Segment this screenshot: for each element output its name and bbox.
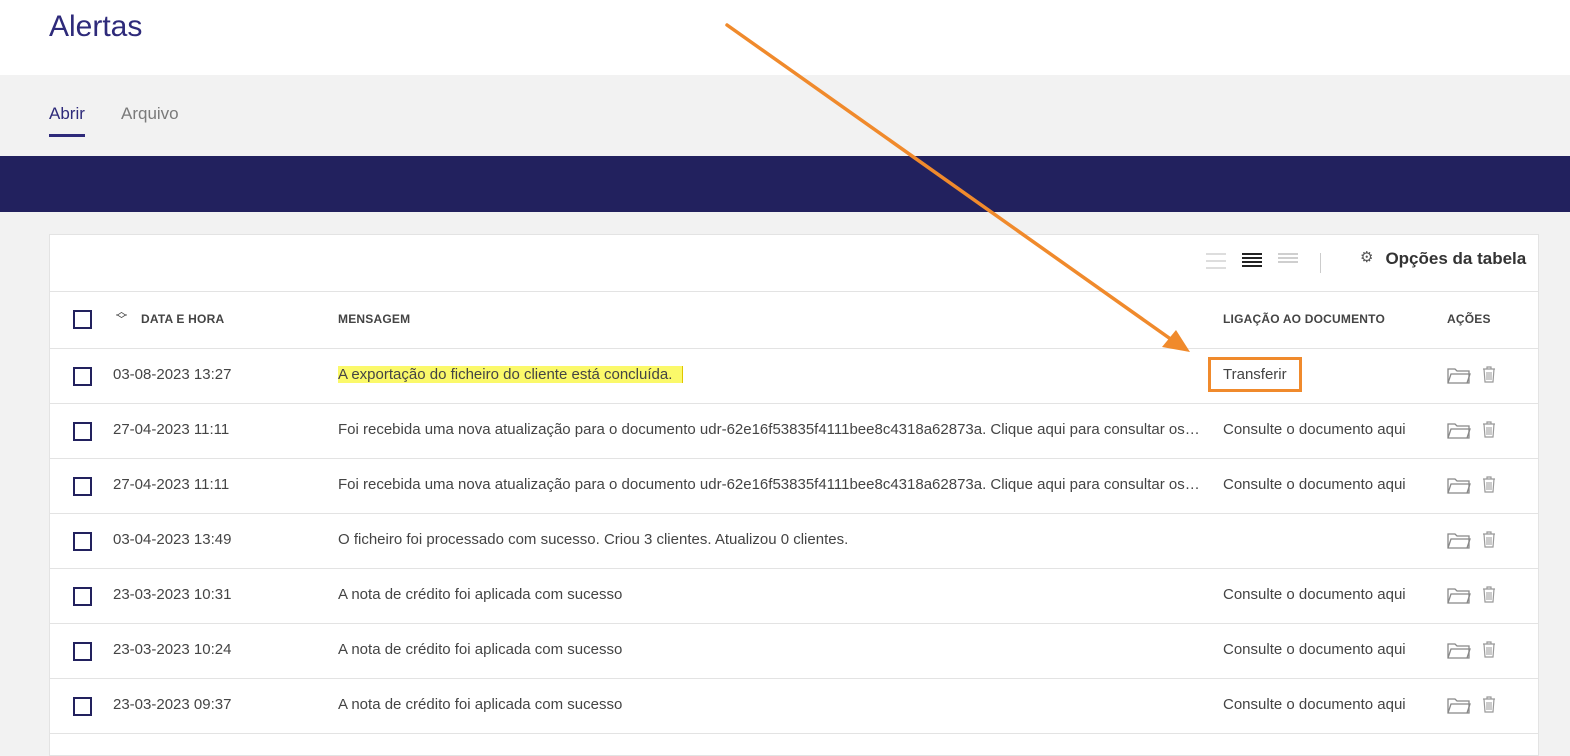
row-date: 23-03-2023 10:31 [113, 586, 232, 603]
table-row: 27-04-2023 11:11 Foi recebida uma nova a… [50, 404, 1538, 459]
row-date: 03-04-2023 13:49 [113, 531, 232, 548]
row-message: A nota de crédito foi aplicada com suces… [338, 696, 623, 713]
table-row: 23-03-2023 10:31 A nota de crédito foi a… [50, 569, 1538, 624]
table-options-button[interactable]: ⚙ Opções da tabela [1360, 249, 1526, 273]
row-checkbox[interactable] [73, 532, 92, 551]
folder-icon[interactable] [1447, 475, 1471, 495]
table-options-label: Opções da tabela [1385, 249, 1527, 268]
transferir-link[interactable]: Transferir [1208, 357, 1302, 392]
tab-abrir[interactable]: Abrir [49, 104, 85, 137]
folder-icon[interactable] [1447, 695, 1471, 715]
row-message[interactable]: Foi recebida uma nova atualização para o… [338, 421, 1202, 438]
row-checkbox[interactable] [73, 642, 92, 661]
table-row: 03-08-2023 13:27 A exportação do ficheir… [50, 349, 1538, 404]
row-date: 23-03-2023 09:37 [113, 696, 232, 713]
folder-icon[interactable] [1447, 420, 1471, 440]
row-checkbox[interactable] [73, 477, 92, 496]
row-message: O ficheiro foi processado com sucesso. C… [338, 531, 849, 548]
row-checkbox[interactable] [73, 587, 92, 606]
row-document-link[interactable]: Consulte o documento aqui [1223, 476, 1406, 493]
trash-icon[interactable] [1481, 584, 1497, 604]
gear-icon: ⚙ [1360, 249, 1374, 266]
density-normal-icon[interactable] [1242, 253, 1262, 271]
density-compact-icon[interactable] [1206, 253, 1226, 271]
trash-icon[interactable] [1481, 419, 1497, 439]
row-message: A nota de crédito foi aplicada com suces… [338, 586, 623, 603]
column-header-date[interactable]: DATA E HORA [141, 312, 224, 326]
table-row: 27-04-2023 11:11 Foi recebida uma nova a… [50, 459, 1538, 514]
row-message: A exportação do ficheiro do cliente está… [338, 366, 1202, 383]
column-header-document-link: LIGAÇÃO AO DOCUMENTO [1223, 312, 1385, 326]
trash-icon[interactable] [1481, 474, 1497, 494]
row-checkbox[interactable] [73, 367, 92, 386]
row-document-link[interactable]: Consulte o documento aqui [1223, 696, 1406, 713]
row-document-link[interactable]: Consulte o documento aqui [1223, 421, 1406, 438]
trash-icon[interactable] [1481, 639, 1497, 659]
table-row: 23-03-2023 09:37 A nota de crédito foi a… [50, 679, 1538, 734]
trash-icon[interactable] [1481, 529, 1497, 549]
page-title: Alertas [49, 10, 143, 43]
row-date: 23-03-2023 10:24 [113, 641, 232, 658]
row-date: 27-04-2023 11:11 [113, 476, 230, 493]
table-row: 23-03-2023 10:24 A nota de crédito foi a… [50, 624, 1538, 679]
page-header: Alertas [0, 0, 1570, 75]
trash-icon[interactable] [1481, 694, 1497, 714]
column-header-message: MENSAGEM [338, 312, 411, 326]
row-checkbox[interactable] [73, 422, 92, 441]
highlighted-message: A exportação do ficheiro do cliente está… [338, 366, 684, 383]
folder-icon[interactable] [1447, 530, 1471, 550]
trash-icon[interactable] [1481, 364, 1497, 384]
toolbar-divider [1320, 253, 1321, 273]
row-message[interactable]: Foi recebida uma nova atualização para o… [338, 476, 1202, 493]
sort-icon[interactable]: ︿ ﹀ [116, 307, 127, 326]
row-date: 03-08-2023 13:27 [113, 366, 232, 383]
column-header-actions: AÇÕES [1447, 312, 1491, 326]
header-banner [0, 156, 1570, 212]
folder-icon[interactable] [1447, 365, 1471, 385]
table-header: ︿ ﹀ DATA E HORA MENSAGEM LIGAÇÃO AO DOCUM… [50, 292, 1538, 349]
row-checkbox[interactable] [73, 697, 92, 716]
folder-icon[interactable] [1447, 640, 1471, 660]
alerts-table-panel: ⚙ Opções da tabela ︿ ﹀ DATA E HORA MENSAGE… [49, 234, 1539, 756]
row-document-link[interactable]: Transferir [1208, 357, 1302, 401]
row-date: 27-04-2023 11:11 [113, 421, 230, 438]
row-document-link[interactable]: Consulte o documento aqui [1223, 586, 1406, 603]
tab-arquivo[interactable]: Arquivo [121, 104, 179, 134]
density-relaxed-icon[interactable] [1278, 253, 1298, 271]
select-all-checkbox[interactable] [73, 310, 92, 329]
row-message: A nota de crédito foi aplicada com suces… [338, 641, 623, 658]
table-row: 03-04-2023 13:49 O ficheiro foi processa… [50, 514, 1538, 569]
folder-icon[interactable] [1447, 585, 1471, 605]
row-document-link[interactable]: Consulte o documento aqui [1223, 641, 1406, 658]
table-toolbar: ⚙ Opções da tabela [50, 235, 1538, 292]
